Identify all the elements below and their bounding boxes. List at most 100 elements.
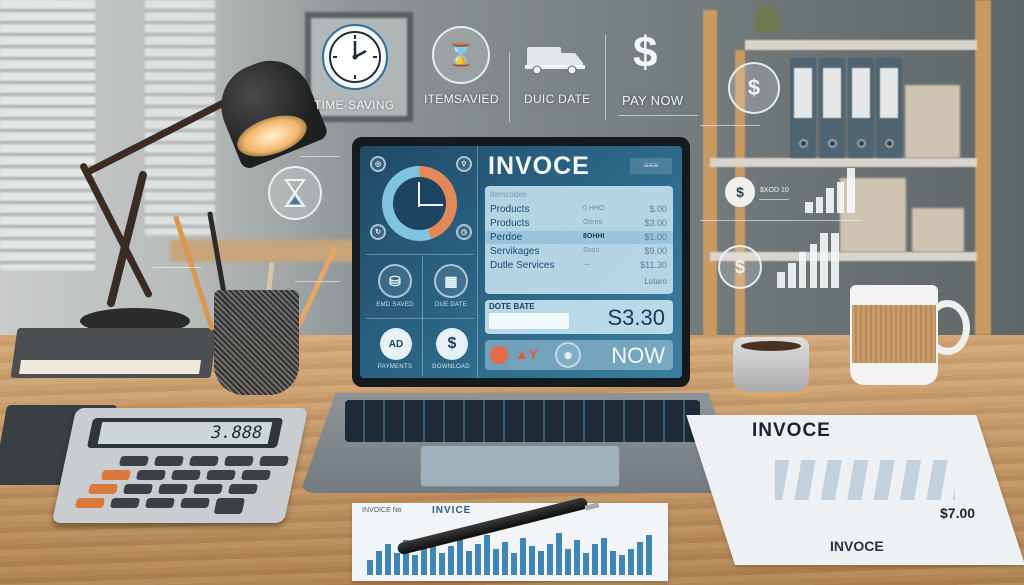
- calc-key[interactable]: [109, 498, 141, 508]
- pay-now-button[interactable]: NOW: [611, 343, 665, 369]
- saved-items-icon[interactable]: ⛁: [378, 264, 412, 298]
- paper-bar: [475, 544, 481, 575]
- paper-bar: [466, 550, 472, 575]
- paper-bar: [394, 553, 400, 575]
- holo-connector-line: [300, 156, 340, 157]
- calc-key[interactable]: [192, 484, 224, 494]
- table-row[interactable]: Products Ooreo $3.00: [485, 217, 673, 230]
- item-amount: $11.30: [640, 260, 667, 270]
- due-date-input[interactable]: [489, 313, 569, 329]
- calc-key-orange[interactable]: [100, 470, 132, 480]
- paper-right-amount: $7.00: [940, 505, 976, 521]
- history-icon[interactable]: ◷: [456, 224, 472, 240]
- holo-bar-chart-upper: [805, 168, 855, 213]
- trackpad[interactable]: [420, 445, 620, 487]
- table-header: Itemcodes: [485, 189, 673, 202]
- calc-key[interactable]: [153, 456, 185, 466]
- table-row[interactable]: Perdoe 8OHHI $1.00: [485, 231, 673, 244]
- refresh-icon[interactable]: ↻: [370, 224, 386, 240]
- settings-icon[interactable]: ◎: [370, 156, 386, 172]
- item-code: 0 HHO: [583, 205, 605, 212]
- paper-bar: [574, 539, 580, 575]
- item-name: Perdoe: [490, 232, 523, 243]
- paper-bar: [421, 548, 427, 575]
- shelf-post-left: [703, 10, 717, 340]
- paper-right-footer: INVOCE: [830, 538, 884, 554]
- item-code: Sooo: [583, 247, 600, 254]
- calc-key[interactable]: [118, 456, 150, 466]
- calc-key[interactable]: [223, 456, 255, 466]
- coffee: [741, 341, 801, 351]
- divider: [477, 146, 478, 378]
- paper-front-bar-chart: [367, 531, 652, 575]
- paper-bar: [592, 544, 598, 575]
- clock-icon: [322, 24, 388, 90]
- payment-method-icon[interactable]: [490, 346, 508, 364]
- shelf-post-right: [975, 0, 991, 335]
- paper-bar: [628, 548, 634, 575]
- download-caption: DOWNLOAD: [432, 364, 470, 370]
- calendar-icon[interactable]: ▦: [434, 264, 468, 298]
- calc-key[interactable]: [240, 470, 272, 480]
- holo-bar: [820, 233, 829, 288]
- calc-key[interactable]: [258, 456, 290, 466]
- paper-front-header: INVOICE No: [362, 507, 402, 514]
- calc-key[interactable]: [135, 470, 167, 480]
- table-row[interactable]: Servikages Sooo $9.00: [485, 245, 673, 258]
- dollar-icon: $: [633, 28, 658, 77]
- calc-key-orange[interactable]: [74, 498, 106, 508]
- calc-key[interactable]: [170, 470, 202, 480]
- mug-sleeve: [852, 305, 936, 363]
- paper-bar: [538, 550, 544, 575]
- calc-key[interactable]: [188, 456, 220, 466]
- holo-bar: [798, 252, 807, 288]
- holo-bar: [777, 271, 785, 288]
- paper-bar: [448, 546, 454, 575]
- keyboard[interactable]: [345, 400, 700, 442]
- calc-key-equals[interactable]: [213, 498, 246, 514]
- calc-key[interactable]: [205, 470, 237, 480]
- binder: [876, 58, 902, 158]
- payments-caption: PAYMENTS: [377, 364, 413, 370]
- paper-bar: [601, 537, 607, 575]
- table-row[interactable]: Dutle Services — $11.30: [485, 259, 673, 272]
- dollar-coin-icon: $: [728, 62, 780, 114]
- ad-coin-icon[interactable]: AD: [380, 328, 412, 360]
- paper-bar: [457, 539, 463, 575]
- holo-bar: [831, 233, 839, 288]
- calc-key[interactable]: [179, 498, 211, 508]
- paper-right-title: INVOCE: [752, 420, 831, 441]
- paper-front-title: INVICE: [432, 505, 472, 516]
- calc-key-orange[interactable]: [87, 484, 119, 494]
- search-icon[interactable]: ⚲: [456, 156, 472, 172]
- pay-now-label[interactable]: PAY NOW: [622, 93, 683, 108]
- calc-key[interactable]: [144, 498, 176, 508]
- saved-items-caption: EMD SAVED: [376, 302, 414, 308]
- calc-key[interactable]: [157, 484, 189, 494]
- calculator-display: 3.888: [97, 422, 273, 444]
- table-footer: Lotaro: [485, 276, 673, 289]
- binder: [819, 58, 845, 158]
- divider: [366, 254, 474, 255]
- divider: [422, 256, 423, 376]
- table-row[interactable]: Products 0 HHO $.00: [485, 203, 673, 216]
- holo-bar: [826, 188, 834, 213]
- dollar-button-icon[interactable]: $: [436, 328, 468, 360]
- divider: [509, 52, 510, 122]
- payment-logo-icon[interactable]: ▲Y: [515, 346, 538, 362]
- holo-bar: [847, 168, 855, 213]
- paper-bar: [376, 550, 382, 575]
- holo-bar: [815, 197, 824, 213]
- calc-key[interactable]: [227, 484, 259, 494]
- underline: [618, 115, 698, 116]
- paper-bar: [439, 553, 445, 575]
- item-code: —: [583, 261, 590, 268]
- holo-connector-line: [295, 281, 340, 282]
- paper-bar: [556, 533, 562, 575]
- shelf-board-middle: [710, 158, 977, 167]
- paper-bar: [583, 553, 589, 575]
- paper-bar: [493, 548, 499, 575]
- paper-bar: [511, 553, 517, 575]
- paper-bar: [502, 542, 508, 575]
- calc-key[interactable]: [122, 484, 154, 494]
